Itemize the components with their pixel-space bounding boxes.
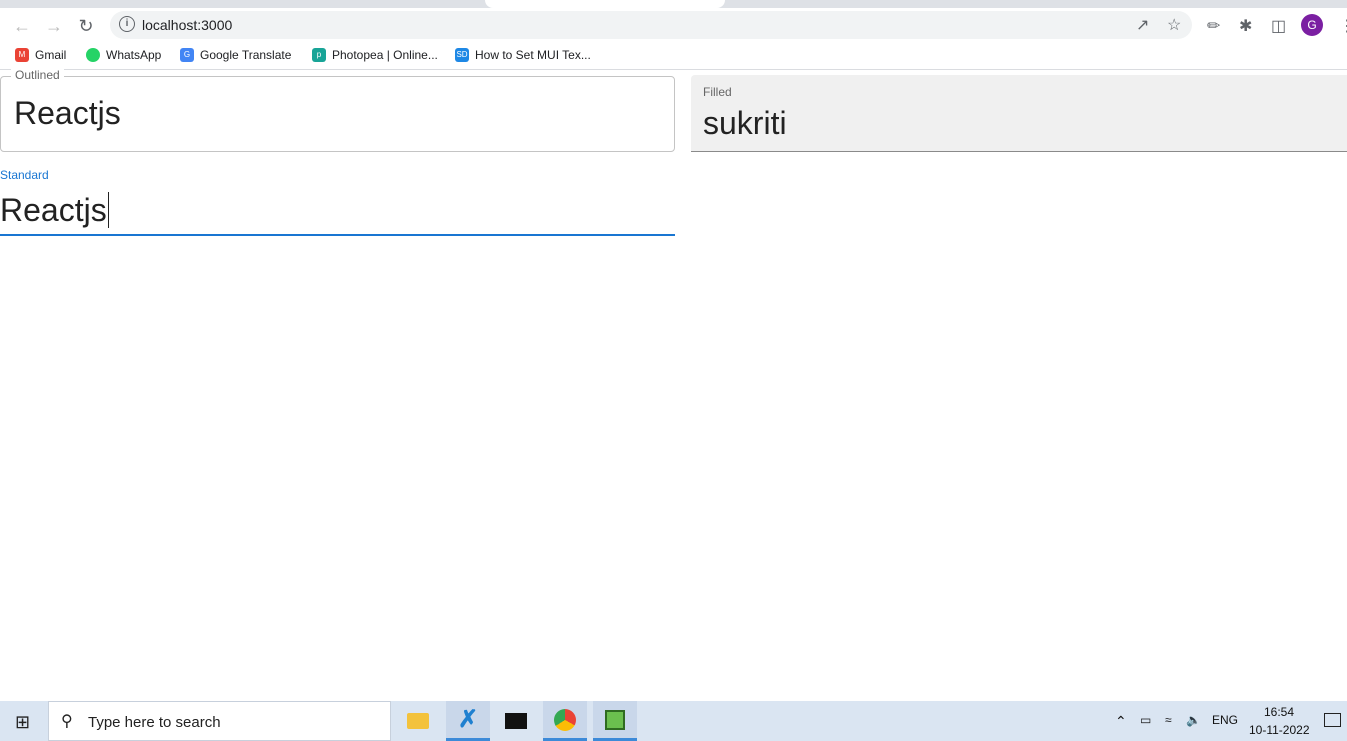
standard-label: Standard <box>0 168 49 182</box>
vscode-app[interactable]: ✗ <box>446 701 490 741</box>
wifi-icon[interactable]: ≈ <box>1165 713 1172 727</box>
terminal-icon <box>505 713 527 729</box>
bookmarks-bar: M Gmail WhatsApp G Google Translate p Photo… <box>0 42 1347 70</box>
bookmark-photopea[interactable]: p Photopea | Online... <box>312 48 438 62</box>
side-panel-icon[interactable]: ◫ <box>1271 16 1286 36</box>
whatsapp-icon <box>86 48 100 62</box>
battery-icon[interactable]: ▭ <box>1140 713 1151 727</box>
tab-strip <box>0 0 1347 8</box>
site-info-icon[interactable]: i <box>119 16 135 32</box>
google-translate-icon: G <box>180 48 194 62</box>
bookmark-star-icon[interactable]: ☆ <box>1167 15 1181 35</box>
browser-toolbar: ← → ↻ i localhost:3000 ↗ ☆ ✏ ✱ ◫ G ⋮ <box>0 8 1347 42</box>
active-tab[interactable] <box>485 0 725 8</box>
bookmark-mui-article[interactable]: SD How to Set MUI Tex... <box>455 48 591 62</box>
sd-icon: SD <box>455 48 469 62</box>
search-placeholder[interactable]: Type here to search <box>88 714 221 731</box>
windows-start-icon[interactable]: ⊞ <box>15 712 30 733</box>
terminal-app[interactable] <box>494 701 538 741</box>
bookmark-whatsapp[interactable]: WhatsApp <box>86 48 161 62</box>
taskbar-search[interactable]: ⚲ Type here to search <box>48 701 391 741</box>
chrome-app[interactable] <box>543 701 587 741</box>
show-hidden-icons-icon[interactable]: ⌃ <box>1115 713 1127 730</box>
vscode-icon: ✗ <box>457 706 479 733</box>
notifications-icon[interactable] <box>1324 713 1341 727</box>
standard-input-value[interactable]: Reactjs <box>0 192 109 228</box>
share-icon[interactable]: ↗ <box>1136 15 1149 35</box>
notepad-app[interactable] <box>593 701 637 741</box>
url-text[interactable]: localhost:3000 <box>142 17 232 33</box>
menu-icon[interactable]: ⋮ <box>1339 16 1347 36</box>
language-indicator[interactable]: ENG <box>1212 713 1238 727</box>
extensions-icon[interactable]: ✱ <box>1239 16 1252 36</box>
photopea-icon: p <box>312 48 326 62</box>
file-explorer-app[interactable] <box>396 701 440 741</box>
outlined-input-value[interactable]: Reactjs <box>14 95 121 132</box>
bookmark-google-translate[interactable]: G Google Translate <box>180 48 291 62</box>
folder-icon <box>407 713 429 729</box>
clock-date[interactable]: 10-11-2022 <box>1249 723 1310 737</box>
clock-time[interactable]: 16:54 <box>1264 705 1294 719</box>
filled-label: Filled <box>703 85 732 99</box>
volume-icon[interactable]: 🔈 <box>1186 713 1201 727</box>
search-icon: ⚲ <box>61 713 73 730</box>
notepad-icon <box>605 709 625 730</box>
forward-icon[interactable]: → <box>42 16 66 37</box>
profile-avatar[interactable]: G <box>1301 14 1323 36</box>
back-icon[interactable]: ← <box>10 16 34 37</box>
bookmark-gmail[interactable]: M Gmail <box>15 48 66 62</box>
outlined-label: Outlined <box>11 68 64 79</box>
eyedropper-icon[interactable]: ✏ <box>1207 16 1220 36</box>
filled-text-field[interactable]: Filled sukriti <box>691 75 1347 152</box>
gmail-icon: M <box>15 48 29 62</box>
taskbar: ⊞ ⚲ Type here to search ✗ ⌃ ▭ ≈ 🔈 ENG 16… <box>0 701 1347 741</box>
chrome-icon <box>554 708 576 731</box>
reload-icon[interactable]: ↻ <box>74 16 98 37</box>
address-bar[interactable]: i localhost:3000 ↗ ☆ <box>110 11 1192 39</box>
standard-text-field[interactable]: Standard Reactjs <box>0 166 675 236</box>
filled-input-value[interactable]: sukriti <box>703 105 787 142</box>
outlined-text-field[interactable]: Outlined Reactjs <box>0 68 675 152</box>
